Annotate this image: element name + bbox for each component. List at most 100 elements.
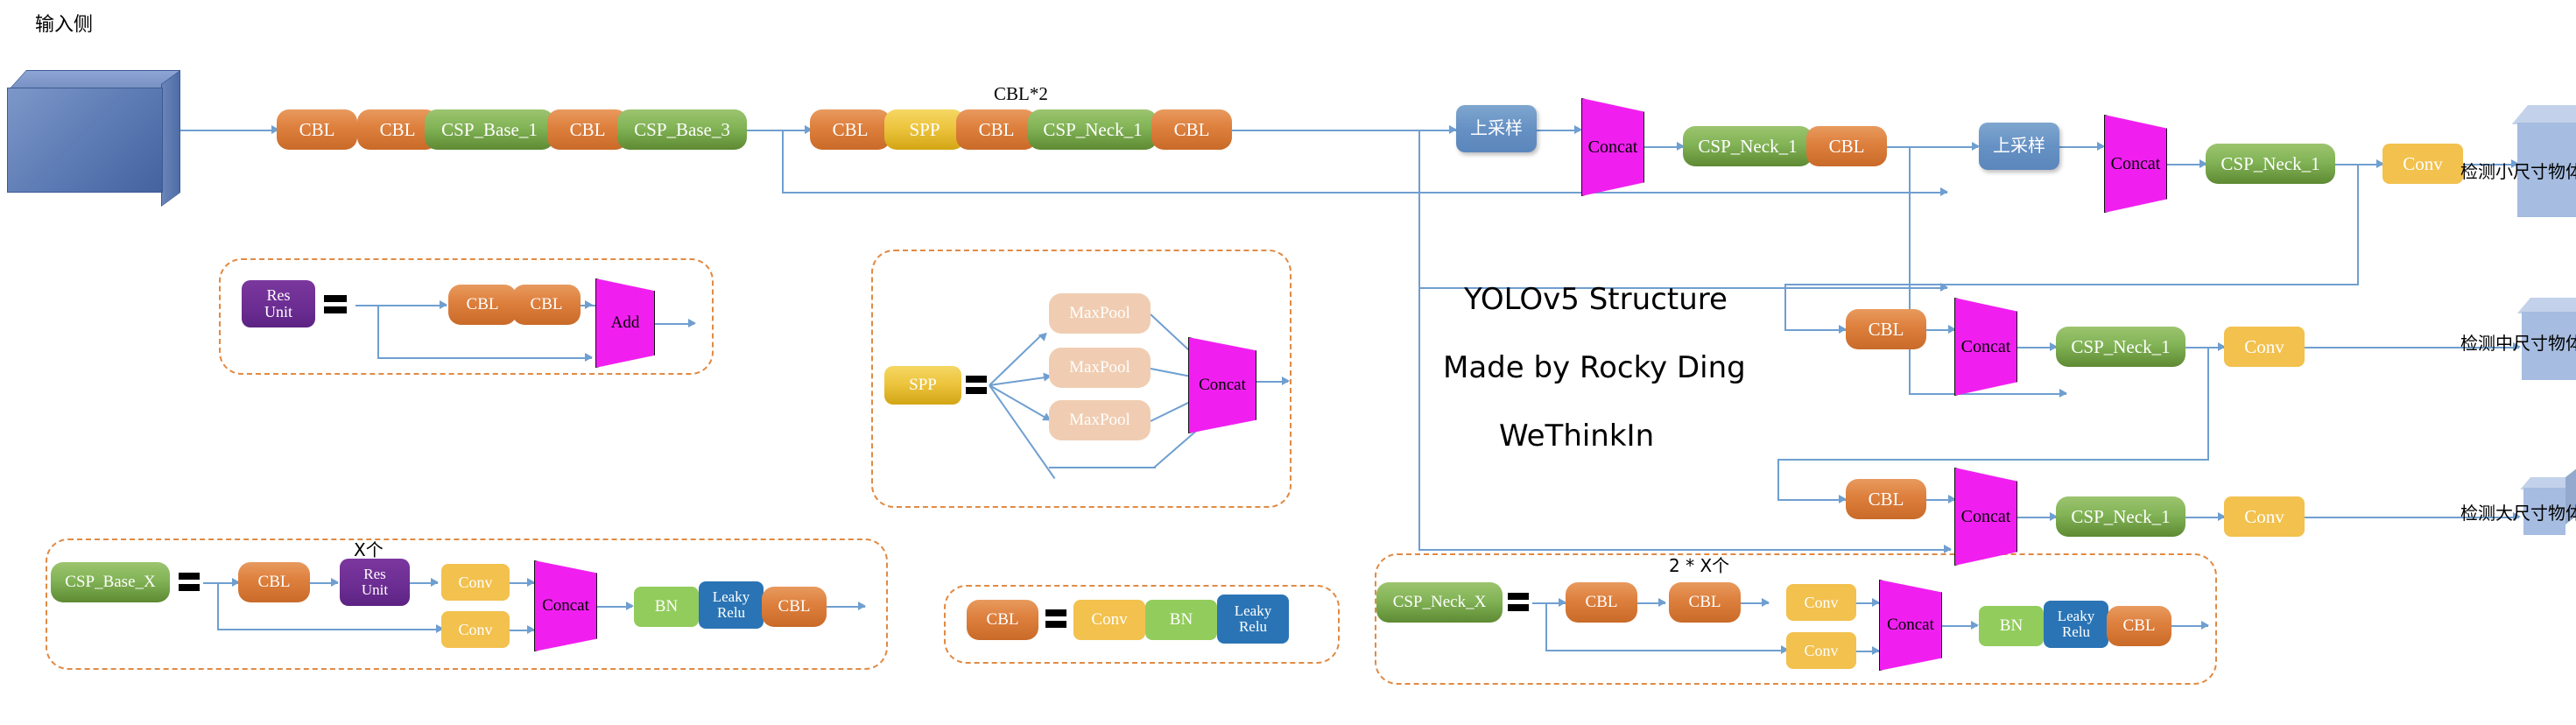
legend-cspneck-lhs[interactable]: CSP_Neck_X xyxy=(1376,582,1503,623)
legend-cspbase-conv-top[interactable]: Conv xyxy=(441,564,510,601)
legend-cbl-bn[interactable]: BN xyxy=(1145,600,1217,640)
low-branch-csp[interactable]: CSP_Neck_1 xyxy=(2056,496,2185,537)
arrow-upsample1-to-concat1 xyxy=(1574,125,1582,134)
neck-node-csp-neck-1[interactable]: CSP_Neck_1 xyxy=(1028,109,1158,150)
output-desc-small: 检测小尺寸物体 xyxy=(2460,161,2576,182)
legend-res-cbl-2[interactable]: CBL xyxy=(512,285,581,325)
legend-cspneck-skip-h xyxy=(1545,650,1788,651)
legend-cspneck-cbl-2[interactable]: CBL xyxy=(1669,582,1741,623)
mid-branch-csp[interactable]: CSP_Neck_1 xyxy=(2056,327,2185,367)
upsample-block-1-label: 上采样 xyxy=(1470,118,1523,138)
legend-res-split-v xyxy=(377,305,379,359)
legend-spp-maxpool-3[interactable]: MaxPool xyxy=(1049,400,1151,440)
neck-node-cbl-3[interactable]: CBL xyxy=(1151,109,1232,150)
upsample-block-1[interactable]: 上采样 xyxy=(1456,105,1537,152)
legend-spp-concat[interactable]: Concat xyxy=(1188,337,1256,433)
legend-cspbase-conv-bottom[interactable]: Conv xyxy=(441,611,510,648)
low-branch-concat-label: Concat xyxy=(1960,506,2011,526)
connector-input-to-backbone xyxy=(180,130,274,131)
legend-res-unit-lhs-line2: Unit xyxy=(264,303,292,320)
legend-spp-maxpool-2[interactable]: MaxPool xyxy=(1049,348,1151,388)
legend-cspneck-leaky[interactable]: Leaky Relu xyxy=(2044,601,2108,648)
legend-cbl-lhs[interactable]: CBL xyxy=(967,600,1038,640)
legend-spp-maxpool-1[interactable]: MaxPool xyxy=(1049,293,1151,334)
legend-res-arrow-in xyxy=(440,300,447,309)
legend-cspneck-concat[interactable]: Concat xyxy=(1879,580,1942,671)
detect-conv-medium-label: Conv xyxy=(2244,335,2284,357)
legend-cspbase-concat[interactable]: Concat xyxy=(534,560,597,651)
connector-backbone-to-neck xyxy=(747,130,812,131)
legend-cspbase-res-unit[interactable]: Res Unit xyxy=(340,559,410,606)
legend-cspneck-cbl-2-label: CBL xyxy=(1688,593,1721,612)
legend-res-unit-lhs[interactable]: Res Unit xyxy=(242,280,315,327)
low-branch-cbl-label: CBL xyxy=(1868,488,1904,510)
connector-neckcbl-skip-down xyxy=(1909,146,1911,395)
backbone-node-csp-base-1[interactable]: CSP_Base_1 xyxy=(425,109,554,150)
backbone-node-csp-base-3[interactable]: CSP_Base_3 xyxy=(617,109,747,150)
neck-cbl-after-concat1[interactable]: CBL xyxy=(1806,126,1887,166)
legend-cspneck-conv-top[interactable]: Conv xyxy=(1786,584,1856,621)
legend-cspbase-cbl-tail[interactable]: CBL xyxy=(762,587,827,627)
concat-block-1[interactable]: Concat xyxy=(1581,98,1644,196)
legend-cspneck-cbl-1[interactable]: CBL xyxy=(1566,582,1637,623)
legend-cspbase-bn[interactable]: BN xyxy=(634,587,699,627)
mid-branch-cbl-label: CBL xyxy=(1868,318,1904,340)
legend-res-unit-equals xyxy=(324,295,347,313)
out-csp-neck-small[interactable]: CSP_Neck_1 xyxy=(2206,144,2335,184)
legend-cspneck-equals xyxy=(1508,593,1529,611)
backbone-node-cbl-3[interactable]: CBL xyxy=(547,109,628,150)
legend-cbl-conv[interactable]: Conv xyxy=(1073,600,1145,640)
diagram-title-line1: YOLOv5 Structure xyxy=(1464,282,1728,317)
legend-cspbase-res-line1: Res xyxy=(363,566,386,583)
legend-cbl-leaky[interactable]: Leaky Relu xyxy=(1217,595,1289,644)
legend-cspneck-cbl-tail[interactable]: CBL xyxy=(2107,606,2171,646)
legend-cspbase-arrow-concat-bn xyxy=(626,602,634,610)
neck-csp-after-concat1[interactable]: CSP_Neck_1 xyxy=(1683,126,1812,166)
backbone-node-cbl-1-label: CBL xyxy=(299,118,335,140)
legend-spp-lhs[interactable]: SPP xyxy=(884,366,961,405)
mid-branch-csp-label: CSP_Neck_1 xyxy=(2071,335,2171,357)
legend-cspneck-leaky-line2: Relu xyxy=(2061,623,2091,640)
legend-csp-base-lhs[interactable]: CSP_Base_X xyxy=(51,562,170,602)
legend-res-arrow-to-add xyxy=(585,300,593,309)
connector-midcsp-down-left xyxy=(1777,459,2209,461)
concat-block-2[interactable]: Concat xyxy=(2104,115,2167,213)
concat-block-2-label: Concat xyxy=(2110,153,2161,173)
legend-cspbase-cbl-tail-label: CBL xyxy=(778,597,811,616)
detect-conv-large[interactable]: Conv xyxy=(2224,496,2305,537)
upsample-block-2[interactable]: 上采样 xyxy=(1979,123,2059,170)
legend-res-cbl-1[interactable]: CBL xyxy=(448,285,517,325)
legend-cbl-leaky-line2: Relu xyxy=(1238,618,1268,635)
mid-branch-concat[interactable]: Concat xyxy=(1954,298,2017,396)
neck-node-cbl-1[interactable]: CBL xyxy=(810,109,890,150)
connector-cspsmall-to-conv xyxy=(2335,164,2382,165)
detect-conv-medium[interactable]: Conv xyxy=(2224,327,2305,367)
low-branch-concat[interactable]: Concat xyxy=(1954,468,2017,566)
legend-res-arrow-out xyxy=(688,319,696,327)
backbone-node-cbl-1[interactable]: CBL xyxy=(277,109,357,150)
legend-cspbase-cbl-label: CBL xyxy=(257,573,291,592)
connector-low-branch-in xyxy=(1777,499,1846,501)
arrow-deep-skip-low-concat xyxy=(1944,545,1952,553)
connector-deep-skip-horizontal xyxy=(1418,549,1951,551)
legend-res-add-block[interactable]: Add xyxy=(595,278,655,368)
connector-deep-skip-vertical xyxy=(1418,287,1420,551)
legend-cspneck-arrow-convbot xyxy=(1872,646,1880,655)
low-branch-cbl[interactable]: CBL xyxy=(1846,479,1926,519)
detect-conv-small[interactable]: Conv xyxy=(2382,144,2463,184)
legend-cspneck-bn[interactable]: BN xyxy=(1979,606,2044,646)
legend-cbl-equals xyxy=(1045,609,1066,628)
legend-csp-base-repeat-label: X个 xyxy=(354,539,384,560)
legend-cbl-conv-label: Conv xyxy=(1091,610,1128,630)
legend-cspneck-conv-bottom[interactable]: Conv xyxy=(1786,632,1856,669)
legend-cspbase-leaky[interactable]: Leaky Relu xyxy=(699,581,764,629)
input-side-label: 输入侧 xyxy=(35,14,94,36)
neck-node-spp[interactable]: SPP xyxy=(884,109,965,150)
connector-cbl3-to-upsample1 xyxy=(1232,130,1456,131)
neck-node-cbl-2[interactable]: CBL xyxy=(956,109,1037,150)
mid-branch-cbl[interactable]: CBL xyxy=(1846,309,1926,349)
out-csp-neck-small-label: CSP_Neck_1 xyxy=(2221,152,2320,174)
connector-midcsp-down-left-v xyxy=(1777,459,1779,501)
diagram-title-line2: Made by Rocky Ding xyxy=(1443,350,1746,385)
legend-cspbase-cbl[interactable]: CBL xyxy=(238,562,310,602)
